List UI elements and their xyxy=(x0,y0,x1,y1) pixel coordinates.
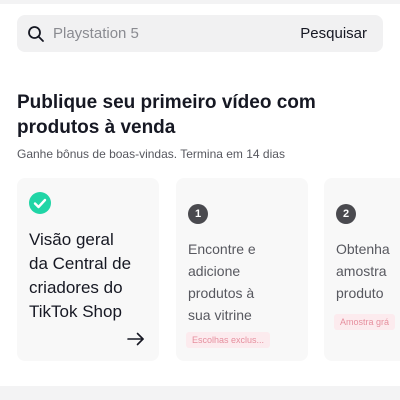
card-line: amostra xyxy=(336,263,387,279)
step-number-badge: 1 xyxy=(188,204,208,224)
card-line: produtos à xyxy=(188,285,255,301)
step-number-badge: 2 xyxy=(336,204,356,224)
card-tag: Amostra grá xyxy=(334,314,396,330)
card-title: Visão geral da Central de criadores do T… xyxy=(29,228,159,324)
card-line: adicione xyxy=(188,263,241,279)
section-subtitle: Ganhe bônus de boas-vindas. Termina em 1… xyxy=(17,147,285,161)
page: Playstation 5 Pesquisar Publique seu pri… xyxy=(0,0,400,400)
creator-center-card[interactable]: Visão geral da Central de criadores do T… xyxy=(17,178,159,361)
card-tag: Escolhas exclus... xyxy=(186,332,271,348)
top-divider xyxy=(0,0,400,4)
get-samples-card[interactable]: 2 Obtenha amostra produto Amostra grá xyxy=(324,178,400,361)
card-line: Encontre e xyxy=(188,241,256,257)
card-line: Visão geral xyxy=(29,230,114,249)
card-line: Obtenha xyxy=(336,241,390,257)
card-title: Encontre e adicione produtos à sua vitri… xyxy=(188,238,256,326)
search-bar[interactable]: Playstation 5 Pesquisar xyxy=(17,15,383,52)
card-line: criadores do xyxy=(29,278,123,297)
section-title: Publique seu primeiro vídeo com produtos… xyxy=(17,92,316,138)
search-button[interactable]: Pesquisar xyxy=(300,25,367,42)
bottom-divider xyxy=(0,386,400,400)
card-line: da Central de xyxy=(29,254,132,273)
search-icon xyxy=(27,25,45,43)
arrow-right-icon[interactable] xyxy=(127,332,145,346)
search-input[interactable]: Playstation 5 xyxy=(53,25,300,42)
card-line: sua vitrine xyxy=(188,307,252,323)
card-line: produto xyxy=(336,285,384,301)
check-circle-icon xyxy=(29,192,51,214)
card-line: TikTok Shop xyxy=(29,302,122,321)
add-products-card[interactable]: 1 Encontre e adicione produtos à sua vit… xyxy=(176,178,308,361)
card-title: Obtenha amostra produto xyxy=(336,238,390,304)
